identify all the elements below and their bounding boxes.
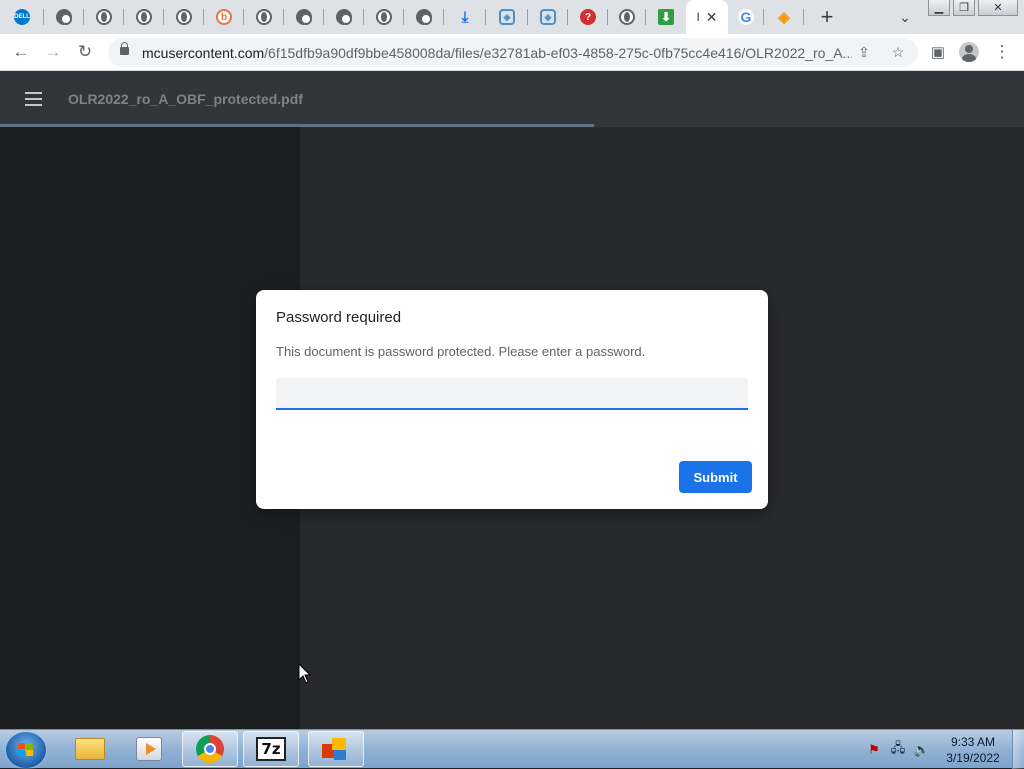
- codesandbox-icon: ◈: [540, 9, 556, 25]
- chrome-icon: [196, 735, 224, 763]
- tab-title: I: [696, 10, 700, 24]
- tab-globe-4[interactable]: [244, 0, 284, 34]
- tab-chrome-4[interactable]: [404, 0, 444, 34]
- back-icon[interactable]: ←: [9, 40, 33, 64]
- tab-globe-2[interactable]: [124, 0, 164, 34]
- browser-toolbar: ← → ↻ mcusercontent.com/6f15dfb9a90df9bb…: [0, 34, 1024, 71]
- action-center-flag-icon[interactable]: ⚑: [866, 742, 882, 758]
- 7zip-icon: 7z: [256, 737, 286, 761]
- tab-search-chevron-icon[interactable]: ⌄: [890, 0, 920, 34]
- address-bar[interactable]: mcusercontent.com/6f15dfb9a90df9bbe45800…: [108, 38, 918, 67]
- taskbar-media-player[interactable]: [121, 731, 177, 767]
- menu-kebab-icon[interactable]: ⋮: [990, 40, 1014, 64]
- new-tab-button[interactable]: +: [810, 0, 844, 34]
- chrome-icon: [56, 9, 72, 25]
- close-tab-icon[interactable]: ✕: [706, 9, 718, 26]
- tab-quora[interactable]: ?: [568, 0, 608, 34]
- network-icon[interactable]: 🖧: [890, 740, 906, 758]
- taskbar-chrome[interactable]: [182, 731, 238, 767]
- globe-icon: [256, 9, 272, 25]
- tab-globe-6[interactable]: [608, 0, 646, 34]
- quora-icon: ?: [580, 9, 596, 25]
- tab-globe-3[interactable]: [164, 0, 204, 34]
- pdf-file-name: OLR2022_ro_A_OBF_protected.pdf: [68, 91, 303, 107]
- dell-icon: DELL: [14, 9, 30, 25]
- tab-download-green[interactable]: ⬇: [646, 0, 686, 34]
- folder-icon: [75, 738, 105, 760]
- tab-globe-1[interactable]: [84, 0, 124, 34]
- tab-downloads[interactable]: ⤓: [444, 0, 486, 34]
- tab-chrome-1[interactable]: [44, 0, 84, 34]
- close-window-icon[interactable]: ✕: [978, 0, 1018, 16]
- globe-icon: [96, 9, 112, 25]
- tab-codesandbox-1[interactable]: ◈: [486, 0, 528, 34]
- tab-active[interactable]: I ✕: [686, 0, 728, 34]
- taskbar-7zip[interactable]: 7z: [243, 731, 299, 767]
- dialog-message: This document is password protected. Ple…: [276, 344, 646, 359]
- codesandbox-icon: ◈: [499, 9, 515, 25]
- chrome-icon: [296, 9, 312, 25]
- pdf-toolbar: OLR2022_ro_A_OBF_protected.pdf: [0, 71, 1024, 127]
- profile-avatar-icon[interactable]: [957, 40, 981, 64]
- tab-google[interactable]: G: [728, 0, 764, 34]
- restore-icon[interactable]: ❐: [953, 0, 975, 16]
- download-icon: ⤓: [461, 8, 469, 26]
- pdf-sidebar: [0, 127, 300, 729]
- volume-icon[interactable]: 🔈: [914, 742, 930, 758]
- globe-icon: [376, 9, 392, 25]
- globe-icon: [176, 9, 192, 25]
- tab-diamond[interactable]: ◈: [764, 0, 804, 34]
- menu-hamburger-icon[interactable]: [25, 92, 42, 106]
- office-icon: [322, 736, 350, 762]
- globe-icon: [136, 9, 152, 25]
- password-dialog: Password required This document is passw…: [256, 290, 768, 509]
- submit-button[interactable]: Submit: [679, 461, 752, 493]
- minimize-icon[interactable]: ▁: [928, 0, 950, 16]
- diamond-icon: ◈: [778, 9, 790, 26]
- bookmark-star-icon[interactable]: ☆: [888, 42, 908, 62]
- chrome-icon: [416, 9, 432, 25]
- tab-codesandbox-2[interactable]: ◈: [528, 0, 568, 34]
- tab-globe-5[interactable]: [364, 0, 404, 34]
- forward-icon[interactable]: →: [41, 40, 65, 64]
- share-icon[interactable]: ⇪: [854, 42, 874, 62]
- taskbar-office[interactable]: [308, 731, 364, 767]
- lock-icon: [120, 42, 129, 55]
- show-desktop-button[interactable]: [1012, 730, 1024, 769]
- google-icon: G: [738, 9, 754, 25]
- dialog-title: Password required: [276, 309, 402, 326]
- download-green-icon: ⬇: [658, 9, 674, 25]
- globe-icon: [619, 9, 635, 25]
- windows-logo-icon: [18, 743, 34, 757]
- clock-date: 3/19/2022: [946, 751, 1000, 765]
- bing-icon: b: [216, 9, 232, 25]
- system-clock[interactable]: 9:33 AM 3/19/2022: [940, 734, 1006, 766]
- tab-strip: DELL b ⤓ ◈ ◈ ? ⬇ I ✕ G ◈ + ⌄ ▁ ❐ ✕: [0, 0, 1024, 34]
- chrome-icon: [336, 9, 352, 25]
- tab-bing[interactable]: b: [204, 0, 244, 34]
- side-panel-icon[interactable]: ▣: [926, 40, 950, 64]
- start-button[interactable]: [6, 732, 46, 768]
- taskbar-windows-explorer[interactable]: [62, 731, 118, 767]
- url-text[interactable]: mcusercontent.com/6f15dfb9a90df9bbe45800…: [142, 45, 852, 61]
- clock-time: 9:33 AM: [950, 735, 996, 749]
- mouse-cursor-icon: [298, 663, 312, 684]
- reload-icon[interactable]: ↻: [73, 40, 97, 64]
- tab-dell[interactable]: DELL: [0, 0, 44, 34]
- windows-taskbar: 7z ⚑ 🖧 🔈 9:33 AM 3/19/2022: [0, 729, 1024, 769]
- password-input[interactable]: [276, 378, 748, 410]
- tab-chrome-3[interactable]: [324, 0, 364, 34]
- tab-chrome-2[interactable]: [284, 0, 324, 34]
- media-player-icon: [136, 737, 162, 761]
